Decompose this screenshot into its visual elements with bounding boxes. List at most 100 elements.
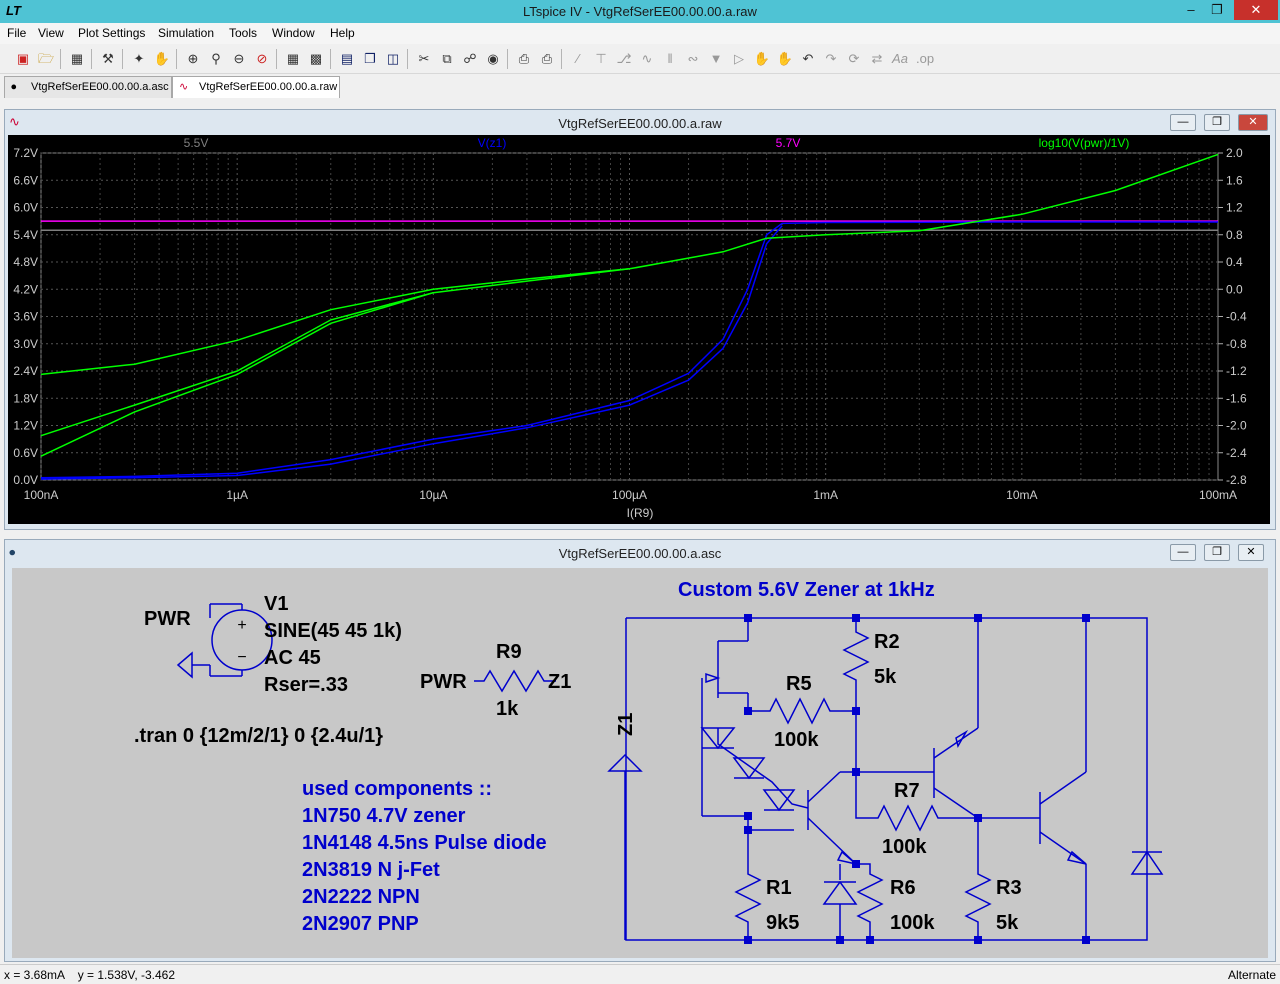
r9-right-net[interactable]: Z1: [548, 671, 571, 693]
find-icon[interactable]: ◉: [484, 49, 502, 69]
save-icon[interactable]: ▦: [68, 49, 86, 69]
tab-waveform[interactable]: ∿ VtgRefSerEE00.00.00.a.raw: [172, 76, 340, 98]
v1-name[interactable]: V1: [264, 593, 288, 615]
paste-icon[interactable]: ☍: [461, 49, 479, 69]
components-note-line[interactable]: 1N750 4.7V zener: [302, 805, 466, 827]
waveform-icon: ∿: [179, 81, 189, 93]
wire-icon[interactable]: ∕: [569, 49, 587, 69]
cascade-icon[interactable]: ❐: [361, 49, 379, 69]
cut-icon[interactable]: ✂: [415, 49, 433, 69]
components-note-line[interactable]: 2N2907 PNP: [302, 913, 419, 935]
r6-name[interactable]: R6: [890, 877, 916, 899]
menu-tools[interactable]: Tools: [229, 26, 257, 40]
r2-value[interactable]: 5k: [874, 666, 897, 688]
r9-left-net[interactable]: PWR: [420, 671, 467, 693]
components-note-line[interactable]: 1N4148 4.5ns Pulse diode: [302, 832, 547, 854]
print-icon[interactable]: ⎙: [538, 49, 556, 69]
components-note-title[interactable]: used components ::: [302, 778, 492, 800]
trace-label-5v7[interactable]: 5.7V: [776, 136, 801, 150]
run-icon[interactable]: ✦: [130, 49, 148, 69]
menu-file[interactable]: File: [7, 26, 26, 40]
z1-flag-label[interactable]: Z1: [615, 713, 637, 736]
r7-value[interactable]: 100k: [882, 836, 927, 858]
component-icon[interactable]: ▷: [730, 49, 748, 69]
trace-label-5v5[interactable]: 5.5V: [184, 136, 209, 150]
zoom-cancel-icon[interactable]: ⊘: [253, 49, 271, 69]
label-net-icon[interactable]: ⎇: [615, 49, 633, 69]
v1-ac[interactable]: AC 45: [264, 647, 321, 669]
diode-icon[interactable]: ▼: [707, 49, 725, 69]
halt-icon[interactable]: ✋: [153, 49, 171, 69]
close-button[interactable]: ✕: [1234, 0, 1278, 20]
y-right-tick-label: 0.0: [1226, 282, 1243, 296]
plot-minimize-button[interactable]: —: [1170, 114, 1196, 131]
text-icon[interactable]: Aa: [891, 49, 909, 69]
r5-name[interactable]: R5: [786, 673, 812, 695]
minimize-button[interactable]: –: [1178, 0, 1204, 20]
new-schematic-icon[interactable]: ▣: [14, 49, 32, 69]
zoom-in-icon[interactable]: ⊕: [184, 49, 202, 69]
circuit-heading[interactable]: Custom 5.6V Zener at 1kHz: [678, 579, 935, 601]
fit-icon[interactable]: ▩: [307, 49, 325, 69]
components-note-line[interactable]: 2N2222 NPN: [302, 886, 420, 908]
waveform-plot[interactable]: 7.2V 2.0 6.6V 1.6 6.0V 1.2 5.4V 0.8 4.8V 0.4 4.2V 0…: [8, 135, 1270, 524]
restore-button[interactable]: ❐: [1204, 0, 1230, 20]
r9-name[interactable]: R9: [496, 641, 522, 663]
plot-close-button[interactable]: ✕: [1238, 114, 1268, 131]
menu-simulation[interactable]: Simulation: [158, 26, 214, 40]
tile-vertical-icon[interactable]: ◫: [384, 49, 402, 69]
print-setup-icon[interactable]: ⎙: [515, 49, 533, 69]
r5-value[interactable]: 100k: [774, 729, 819, 751]
v1-value[interactable]: SINE(45 45 1k): [264, 620, 402, 642]
resistor-icon[interactable]: ∿: [638, 49, 656, 69]
ground-icon[interactable]: ⊤: [592, 49, 610, 69]
x-tick-label: 10µA: [419, 488, 447, 502]
capacitor-icon[interactable]: ‖: [661, 49, 679, 69]
r7-name[interactable]: R7: [894, 780, 920, 802]
menu-plot-settings[interactable]: Plot Settings: [78, 26, 145, 40]
tab-schematic[interactable]: ⦁ VtgRefSerEE00.00.00.a.asc: [4, 76, 172, 98]
r9-resistor[interactable]: [474, 669, 556, 693]
menu-help[interactable]: Help: [330, 26, 355, 40]
redo-icon[interactable]: ↷: [822, 49, 840, 69]
drag-icon[interactable]: ✋: [776, 49, 794, 69]
r3-value[interactable]: 5k: [996, 912, 1019, 934]
r1-name[interactable]: R1: [766, 877, 792, 899]
zoom-area-icon[interactable]: ⚲: [207, 49, 225, 69]
r6-value[interactable]: 100k: [890, 912, 935, 934]
trace-label-vz1[interactable]: V(z1): [478, 136, 507, 150]
spice-directive-icon[interactable]: .op: [916, 49, 934, 69]
copy-icon[interactable]: ⧉: [438, 49, 456, 69]
r2-name[interactable]: R2: [874, 631, 900, 653]
plot-restore-button[interactable]: ❐: [1204, 114, 1230, 131]
menu-view[interactable]: View: [38, 26, 64, 40]
components-note-line[interactable]: 2N3819 N j-Fet: [302, 859, 440, 881]
undo-icon[interactable]: ↶: [799, 49, 817, 69]
schematic-minimize-button[interactable]: —: [1170, 544, 1196, 561]
schematic-close-button[interactable]: ✕: [1238, 544, 1264, 561]
tile-horizontal-icon[interactable]: ▤: [338, 49, 356, 69]
inductor-icon[interactable]: ∾: [684, 49, 702, 69]
autorange-icon[interactable]: ▦: [284, 49, 302, 69]
y-left-tick-label: 4.2V: [13, 282, 38, 296]
pwr-label[interactable]: PWR: [144, 608, 191, 630]
menu-window[interactable]: Window: [272, 26, 315, 40]
trace-label-log-pwr[interactable]: log10(V(pwr)/1V): [1039, 136, 1130, 150]
mirror-icon[interactable]: ⇄: [868, 49, 886, 69]
y-left-tick-label: 2.4V: [13, 364, 38, 378]
open-icon[interactable]: 🗁: [37, 49, 55, 69]
rotate-icon[interactable]: ⟳: [845, 49, 863, 69]
control-panel-icon[interactable]: ⚒: [99, 49, 117, 69]
y-right-tick-label: -1.2: [1226, 364, 1247, 378]
schematic-restore-button[interactable]: ❐: [1204, 544, 1230, 561]
y-right-tick-label: 2.0: [1226, 146, 1243, 160]
r1-value[interactable]: 9k5: [766, 912, 799, 934]
r3-name[interactable]: R3: [996, 877, 1022, 899]
v1-rser[interactable]: Rser=.33: [264, 674, 348, 696]
tran-directive[interactable]: .tran 0 {12m/2/1} 0 {2.4u/1}: [134, 725, 383, 747]
zoom-out-icon[interactable]: ⊖: [230, 49, 248, 69]
schematic-canvas[interactable]: + − PWR V1 SINE(45 45 1k) AC 45 Rser=.33…: [12, 568, 1268, 958]
r9-value[interactable]: 1k: [496, 698, 519, 720]
move-icon[interactable]: ✋: [753, 49, 771, 69]
v1-voltage-source[interactable]: [176, 603, 273, 679]
